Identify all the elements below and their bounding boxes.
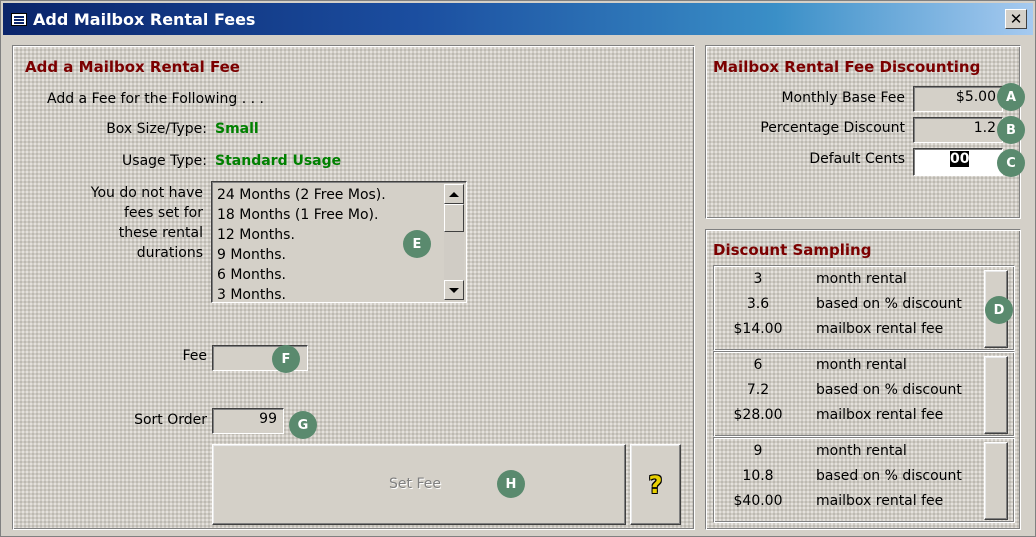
- sort-order-input[interactable]: 99: [212, 408, 284, 434]
- close-button[interactable]: ✕: [1005, 9, 1027, 29]
- no-fees-line: fees set for: [124, 205, 203, 221]
- sample-discount: 3.6: [746, 296, 770, 312]
- sample-months: 6: [753, 357, 763, 373]
- callout-h: H: [497, 470, 525, 498]
- sample-row-2: 6 7.2 $28.00 month rental based on % dis…: [713, 351, 1015, 437]
- help-icon: ?: [648, 470, 663, 499]
- box-size-value: Small: [215, 121, 259, 137]
- fee-label: Fee: [182, 348, 207, 364]
- monthly-base-fee-label: Monthly Base Fee: [781, 90, 905, 106]
- list-item[interactable]: 6 Months.: [217, 265, 386, 285]
- list-item[interactable]: 12 Months.: [217, 225, 386, 245]
- no-fees-line: these rental: [118, 225, 203, 241]
- box-size-label: Box Size/Type:: [106, 121, 207, 137]
- percentage-discount-label: Percentage Discount: [760, 120, 905, 136]
- callout-c: C: [997, 149, 1025, 177]
- sample-fee: $40.00: [733, 493, 783, 509]
- default-cents-label: Default Cents: [809, 151, 905, 167]
- list-item[interactable]: 18 Months (1 Free Mo).: [217, 205, 386, 225]
- sample-select-button[interactable]: [984, 356, 1008, 434]
- monthly-base-fee-input[interactable]: $5.00: [913, 86, 1003, 112]
- callout-e: E: [403, 230, 431, 258]
- set-fee-label: Set Fee: [389, 476, 441, 492]
- sample-line-fee: mailbox rental fee: [816, 321, 944, 337]
- arrow-up-icon: [449, 191, 459, 197]
- set-fee-button[interactable]: Set Fee: [212, 444, 626, 525]
- sample-line-discount: based on % discount: [816, 296, 962, 312]
- intro-text: Add a Fee for the Following . . .: [47, 91, 264, 107]
- sample-discount: 10.8: [742, 468, 774, 484]
- sort-order-label: Sort Order: [134, 412, 207, 428]
- sample-line-month-rental: month rental: [816, 271, 907, 287]
- sample-months: 3: [753, 271, 763, 287]
- usage-type-value: Standard Usage: [215, 153, 342, 169]
- default-cents-selection: 00: [950, 151, 970, 167]
- scroll-up-button[interactable]: [444, 184, 464, 204]
- no-fees-line: durations: [136, 245, 203, 261]
- callout-d: D: [985, 296, 1013, 324]
- scroll-down-button[interactable]: [444, 280, 464, 300]
- callout-g: G: [289, 411, 317, 439]
- sample-line-discount: based on % discount: [816, 382, 962, 398]
- callout-f: F: [272, 345, 300, 373]
- sample-fee: $28.00: [733, 407, 783, 423]
- sample-line-month-rental: month rental: [816, 443, 907, 459]
- sample-row-1: 3 3.6 $14.00 month rental based on % dis…: [713, 265, 1015, 351]
- percentage-discount-input[interactable]: 1.2: [913, 117, 1003, 143]
- add-fee-title: Add a Mailbox Rental Fee: [25, 58, 240, 76]
- dialog-window: Add Mailbox Rental Fees ✕ Add a Mailbox …: [0, 0, 1036, 537]
- sample-fee: $14.00: [733, 321, 783, 337]
- listbox-scrollbar[interactable]: [444, 184, 464, 300]
- sampling-title: Discount Sampling: [713, 241, 872, 259]
- no-fees-message: You do not have fees set for these renta…: [51, 183, 203, 263]
- scroll-thumb[interactable]: [444, 204, 464, 232]
- usage-type-label: Usage Type:: [122, 153, 207, 169]
- list-item[interactable]: 9 Months.: [217, 245, 386, 265]
- help-button[interactable]: ?: [630, 444, 681, 525]
- title-bar[interactable]: Add Mailbox Rental Fees ✕: [3, 3, 1033, 35]
- sample-line-fee: mailbox rental fee: [816, 407, 944, 423]
- sample-line-discount: based on % discount: [816, 468, 962, 484]
- discounting-title: Mailbox Rental Fee Discounting: [713, 58, 981, 76]
- list-item[interactable]: 24 Months (2 Free Mos).: [217, 185, 386, 205]
- sample-line-fee: mailbox rental fee: [816, 493, 944, 509]
- callout-a: A: [997, 83, 1025, 111]
- sample-months: 9: [753, 443, 763, 459]
- arrow-down-icon: [449, 287, 459, 293]
- callout-b: B: [997, 116, 1025, 144]
- form-icon: [11, 12, 27, 26]
- sample-discount: 7.2: [746, 382, 770, 398]
- default-cents-input[interactable]: 00: [913, 148, 1003, 176]
- sample-row-3: 9 10.8 $40.00 month rental based on % di…: [713, 437, 1015, 523]
- sample-line-month-rental: month rental: [816, 357, 907, 373]
- list-item[interactable]: 3 Months.: [217, 285, 386, 302]
- sample-select-button[interactable]: [984, 442, 1008, 520]
- window-title: Add Mailbox Rental Fees: [33, 9, 256, 29]
- no-fees-line: You do not have: [90, 185, 203, 201]
